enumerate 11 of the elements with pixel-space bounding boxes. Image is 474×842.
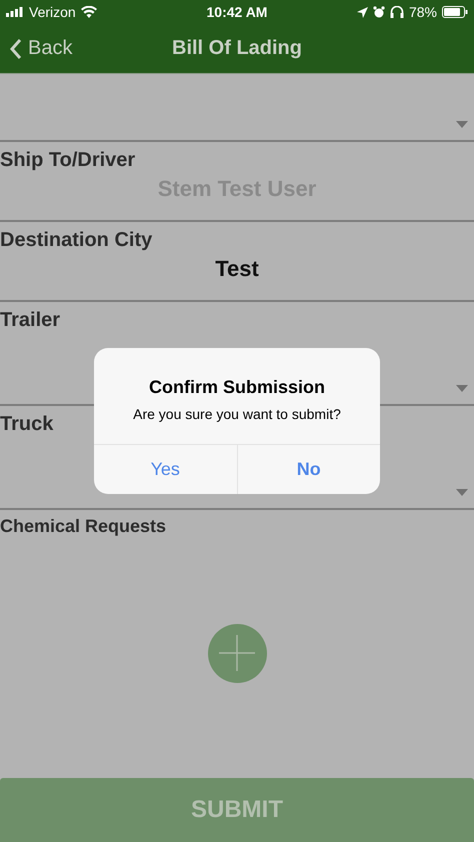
field-label: Destination City [0,228,152,252]
screen-title: Bill Of Lading [172,37,302,60]
section-label: Chemical Requests [0,515,166,538]
field-label: Truck [0,412,54,436]
field-label: Trailer [0,308,60,332]
field-label: Ship To/Driver [0,148,136,172]
dialog-title: Confirm Submission [148,376,325,398]
carrier-name: Verizon [29,4,76,20]
status-time: 10:42 AM [206,4,268,20]
dialog-message: Are you sure you want to submit? [133,406,341,422]
battery-percent: 78% [408,4,437,20]
